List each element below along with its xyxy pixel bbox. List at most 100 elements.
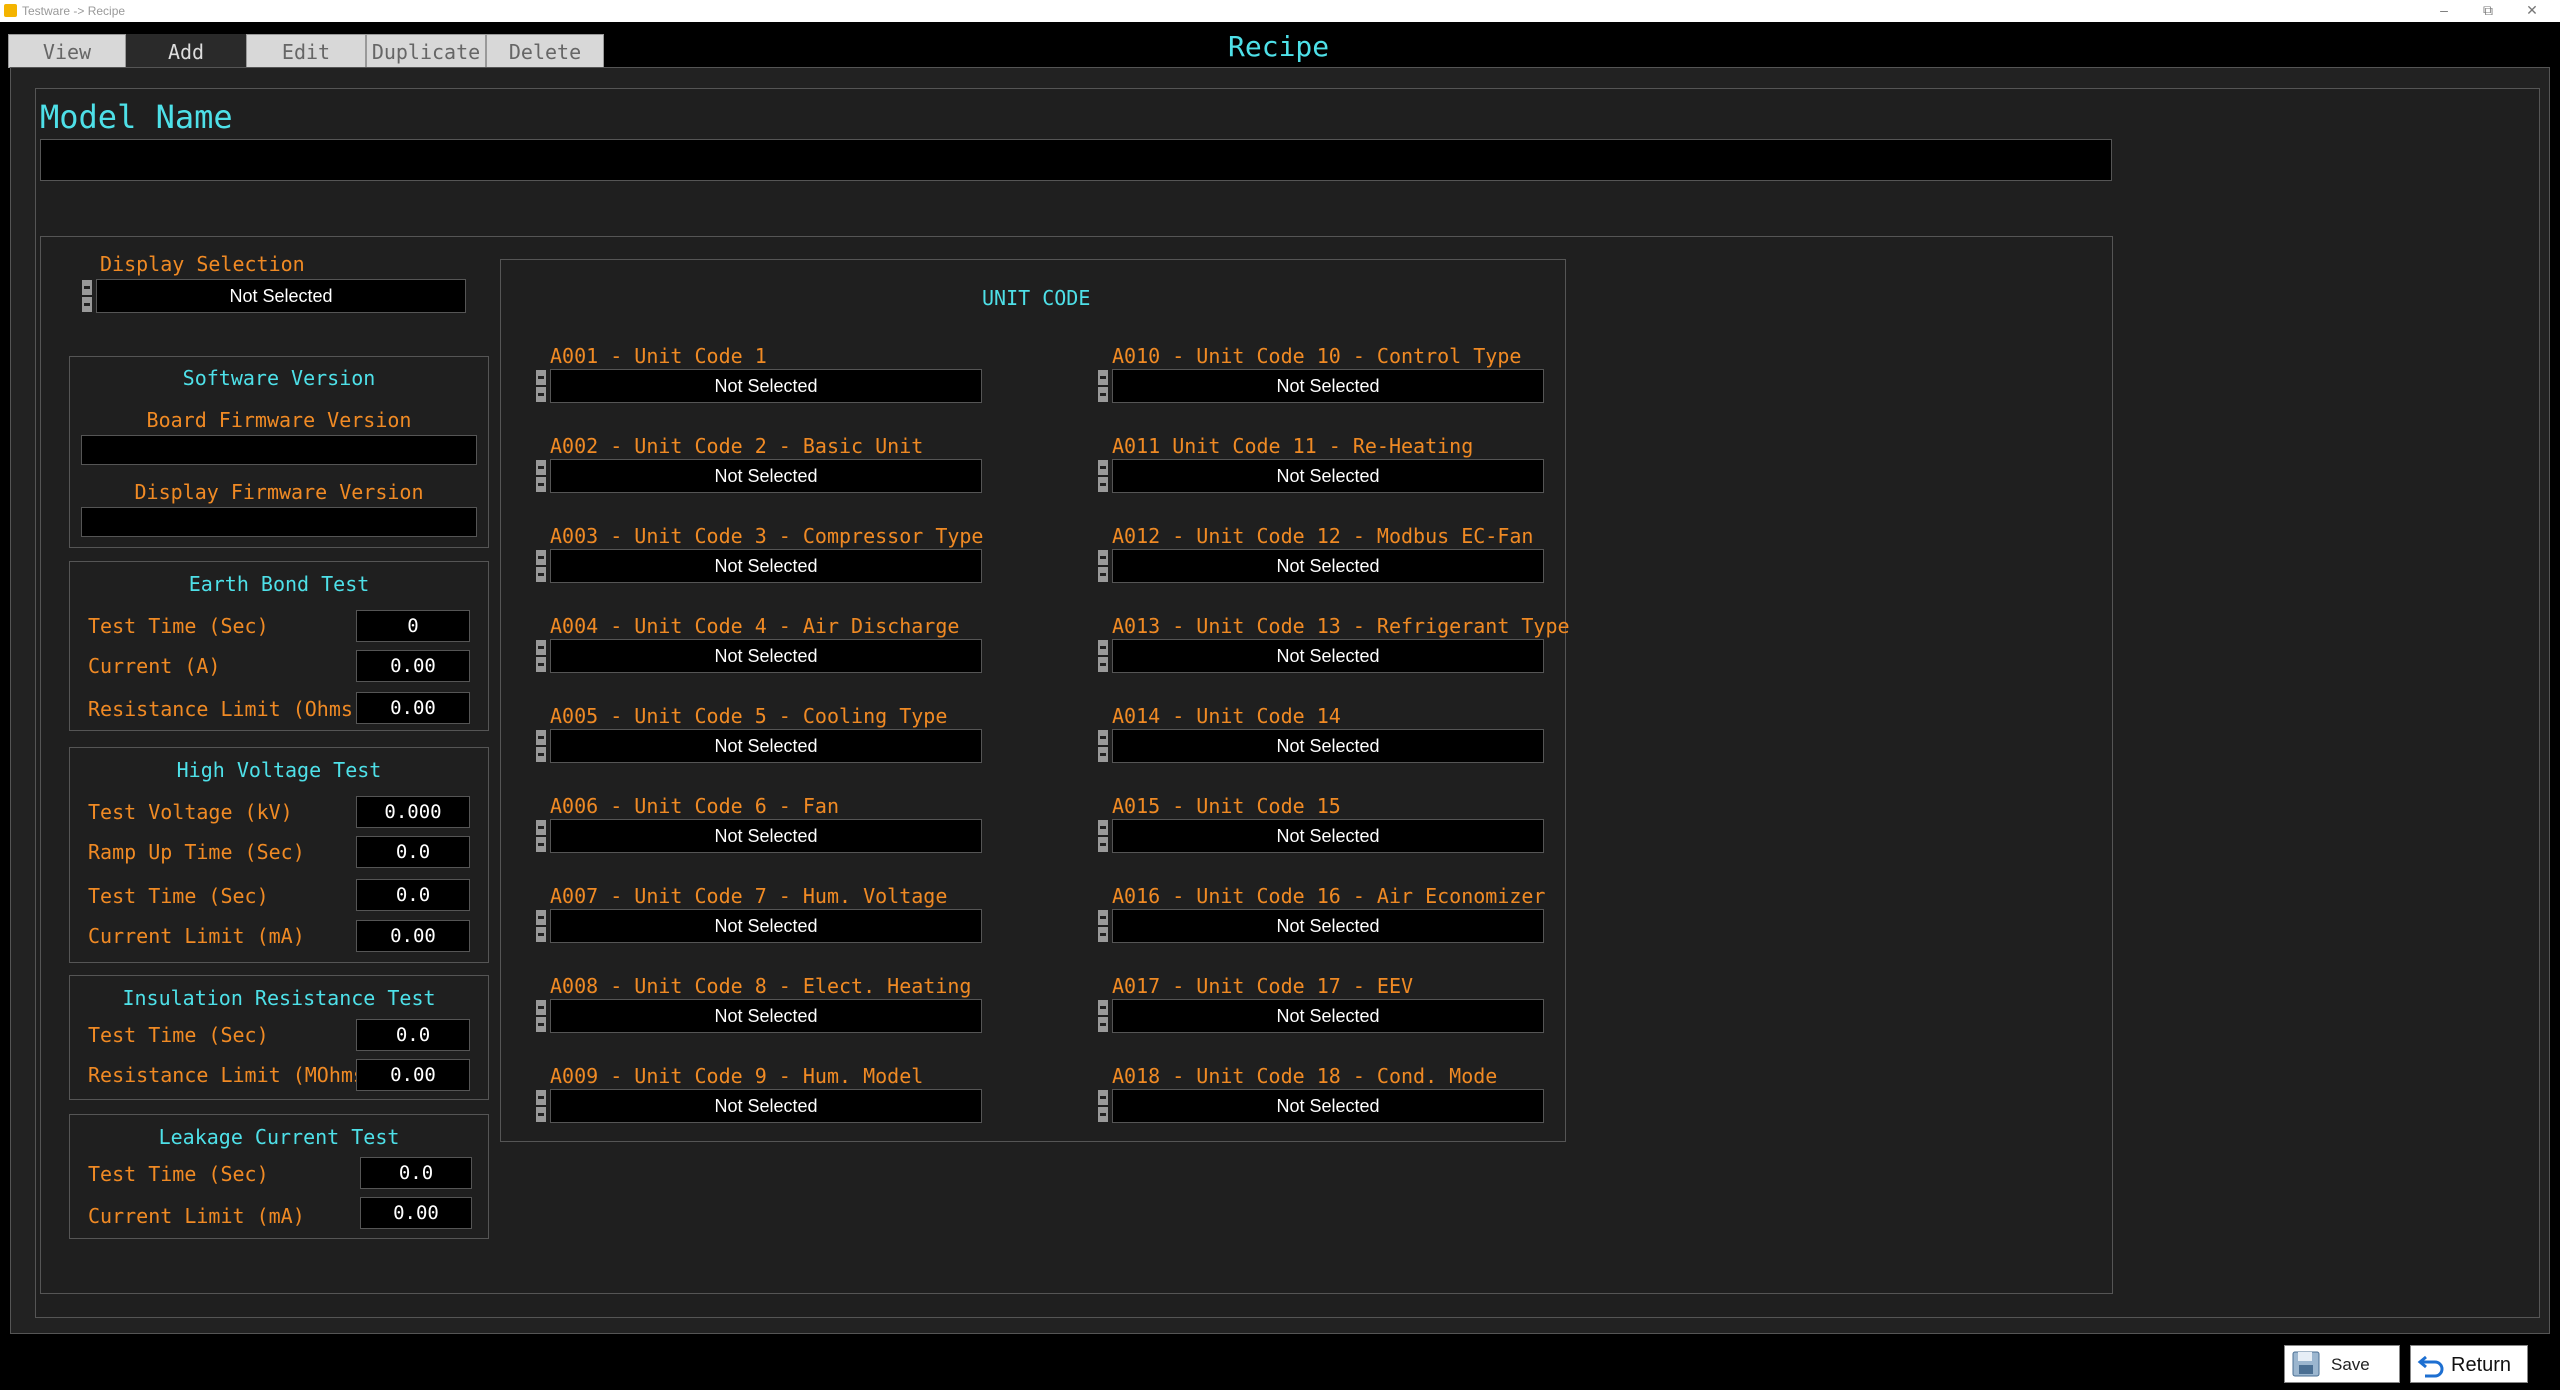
unit-code-03-combo[interactable]: Not Selected (550, 549, 982, 583)
display-selection-spinner[interactable] (82, 280, 92, 312)
unit-code-12-label: A012 - Unit Code 12 - Modbus EC-Fan (1112, 524, 1534, 548)
unit-code-01-spinner[interactable] (536, 370, 546, 402)
earth-bond-resistance-input[interactable]: 0.00 (356, 692, 470, 724)
model-name-input[interactable] (40, 139, 2112, 181)
unit-code-08-combo[interactable]: Not Selected (550, 999, 982, 1033)
ir-test-time-input[interactable]: 0.0 (356, 1019, 470, 1051)
earth-bond-test-time-label: Test Time (Sec) (88, 614, 269, 638)
display-selection-label: Display Selection (100, 252, 305, 276)
unit-code-15-combo[interactable]: Not Selected (1112, 819, 1544, 853)
tab-view[interactable]: View (8, 34, 126, 68)
board-firmware-input[interactable] (81, 435, 477, 465)
unit-code-18-spinner[interactable] (1098, 1090, 1108, 1122)
floppy-disk-icon (2292, 1351, 2320, 1377)
unit-code-15-spinner[interactable] (1098, 820, 1108, 852)
unit-code-07-spinner[interactable] (536, 910, 546, 942)
tab-add[interactable]: Add (126, 34, 246, 68)
return-button-label: Return (2451, 1354, 2512, 1376)
unit-code-title: UNIT CODE (982, 286, 1091, 310)
unit-code-13-combo[interactable]: Not Selected (1112, 639, 1544, 673)
unit-code-16-spinner[interactable] (1098, 910, 1108, 942)
unit-code-09-spinner[interactable] (536, 1090, 546, 1122)
return-button[interactable]: Return (2410, 1345, 2528, 1383)
unit-code-05-label: A005 - Unit Code 5 - Cooling Type (550, 704, 948, 728)
unit-code-10-combo[interactable]: Not Selected (1112, 369, 1544, 403)
unit-code-17-spinner[interactable] (1098, 1000, 1108, 1032)
unit-code-17-combo[interactable]: Not Selected (1112, 999, 1544, 1033)
unit-code-08-spinner[interactable] (536, 1000, 546, 1032)
unit-code-04-combo[interactable]: Not Selected (550, 639, 982, 673)
earth-bond-current-input[interactable]: 0.00 (356, 650, 470, 682)
unit-code-13-spinner[interactable] (1098, 640, 1108, 672)
hv-test-time-label: Test Time (Sec) (88, 884, 269, 908)
earth-bond-test-time-input[interactable]: 0 (356, 610, 470, 642)
save-button-label: Save (2331, 1355, 2370, 1374)
unit-code-13-label: A013 - Unit Code 13 - Refrigerant Type (1112, 614, 1570, 638)
minimize-icon[interactable]: – (2424, 2, 2464, 18)
earth-bond-current-label: Current (A) (88, 654, 221, 678)
earth-bond-title: Earth Bond Test (188, 572, 370, 596)
display-firmware-input[interactable] (81, 507, 477, 537)
hv-ramp-up-input[interactable]: 0.0 (356, 836, 470, 868)
high-voltage-title: High Voltage Test (176, 758, 382, 782)
unit-code-11-spinner[interactable] (1098, 460, 1108, 492)
unit-code-01-label: A001 - Unit Code 1 (550, 344, 767, 368)
unit-code-02-spinner[interactable] (536, 460, 546, 492)
unit-code-12-combo[interactable]: Not Selected (1112, 549, 1544, 583)
unit-code-16-combo[interactable]: Not Selected (1112, 909, 1544, 943)
ir-resistance-limit-input[interactable]: 0.00 (356, 1059, 470, 1091)
save-button[interactable]: Save (2284, 1345, 2400, 1383)
hv-ramp-up-label: Ramp Up Time (Sec) (88, 840, 305, 864)
restore-icon[interactable]: ⧉ (2468, 2, 2508, 19)
tab-edit[interactable]: Edit (246, 34, 366, 68)
unit-code-06-spinner[interactable] (536, 820, 546, 852)
unit-code-05-combo[interactable]: Not Selected (550, 729, 982, 763)
unit-code-06-combo[interactable]: Not Selected (550, 819, 982, 853)
unit-code-01-combo[interactable]: Not Selected (550, 369, 982, 403)
unit-code-09-combo[interactable]: Not Selected (550, 1089, 982, 1123)
unit-code-17-label: A017 - Unit Code 17 - EEV (1112, 974, 1414, 998)
unit-code-08-label: A008 - Unit Code 8 - Elect. Heating (550, 974, 972, 998)
unit-code-15-label: A015 - Unit Code 15 (1112, 794, 1341, 818)
board-firmware-label: Board Firmware Version (146, 408, 412, 432)
unit-code-14-spinner[interactable] (1098, 730, 1108, 762)
unit-code-07-combo[interactable]: Not Selected (550, 909, 982, 943)
hv-current-limit-input[interactable]: 0.00 (356, 920, 470, 952)
unit-code-14-combo[interactable]: Not Selected (1112, 729, 1544, 763)
return-arrow-icon (2417, 1355, 2444, 1378)
unit-code-03-label: A003 - Unit Code 3 - Compressor Type (550, 524, 984, 548)
unit-code-11-label: A011 Unit Code 11 - Re-Heating (1112, 434, 1474, 458)
lc-current-limit-input[interactable]: 0.00 (360, 1197, 472, 1229)
unit-code-16-label: A016 - Unit Code 16 - Air Economizer (1112, 884, 1546, 908)
software-version-title: Software Version (182, 366, 376, 390)
display-selection-combo[interactable]: Not Selected (96, 279, 466, 313)
unit-code-12-spinner[interactable] (1098, 550, 1108, 582)
hv-test-time-input[interactable]: 0.0 (356, 879, 470, 911)
close-icon[interactable]: ✕ (2512, 2, 2552, 19)
unit-code-04-spinner[interactable] (536, 640, 546, 672)
unit-code-03-spinner[interactable] (536, 550, 546, 582)
tab-delete[interactable]: Delete (486, 34, 604, 68)
unit-code-02-combo[interactable]: Not Selected (550, 459, 982, 493)
unit-code-11-combo[interactable]: Not Selected (1112, 459, 1544, 493)
model-name-label: Model Name (40, 98, 233, 136)
unit-code-04-label: A004 - Unit Code 4 - Air Discharge (550, 614, 960, 638)
page-title: Recipe (1228, 30, 1330, 63)
hv-test-voltage-input[interactable]: 0.000 (356, 796, 470, 828)
unit-code-10-spinner[interactable] (1098, 370, 1108, 402)
unit-code-06-label: A006 - Unit Code 6 - Fan (550, 794, 839, 818)
unit-code-09-label: A009 - Unit Code 9 - Hum. Model (550, 1064, 924, 1088)
unit-code-14-label: A014 - Unit Code 14 (1112, 704, 1341, 728)
ir-test-time-label: Test Time (Sec) (88, 1023, 269, 1047)
unit-code-18-combo[interactable]: Not Selected (1112, 1089, 1544, 1123)
app-icon (4, 4, 17, 17)
lc-test-time-input[interactable]: 0.0 (360, 1157, 472, 1189)
unit-code-18-label: A018 - Unit Code 18 - Cond. Mode (1112, 1064, 1498, 1088)
ir-resistance-limit-label: Resistance Limit (MOhms) (88, 1063, 377, 1087)
window-titlebar: Testware -> Recipe – ⧉ ✕ (0, 0, 2560, 22)
unit-code-05-spinner[interactable] (536, 730, 546, 762)
lc-test-time-label: Test Time (Sec) (88, 1162, 269, 1186)
unit-code-07-label: A007 - Unit Code 7 - Hum. Voltage (550, 884, 948, 908)
tab-duplicate[interactable]: Duplicate (366, 34, 486, 68)
lc-current-limit-label: Current Limit (mA) (88, 1204, 305, 1228)
